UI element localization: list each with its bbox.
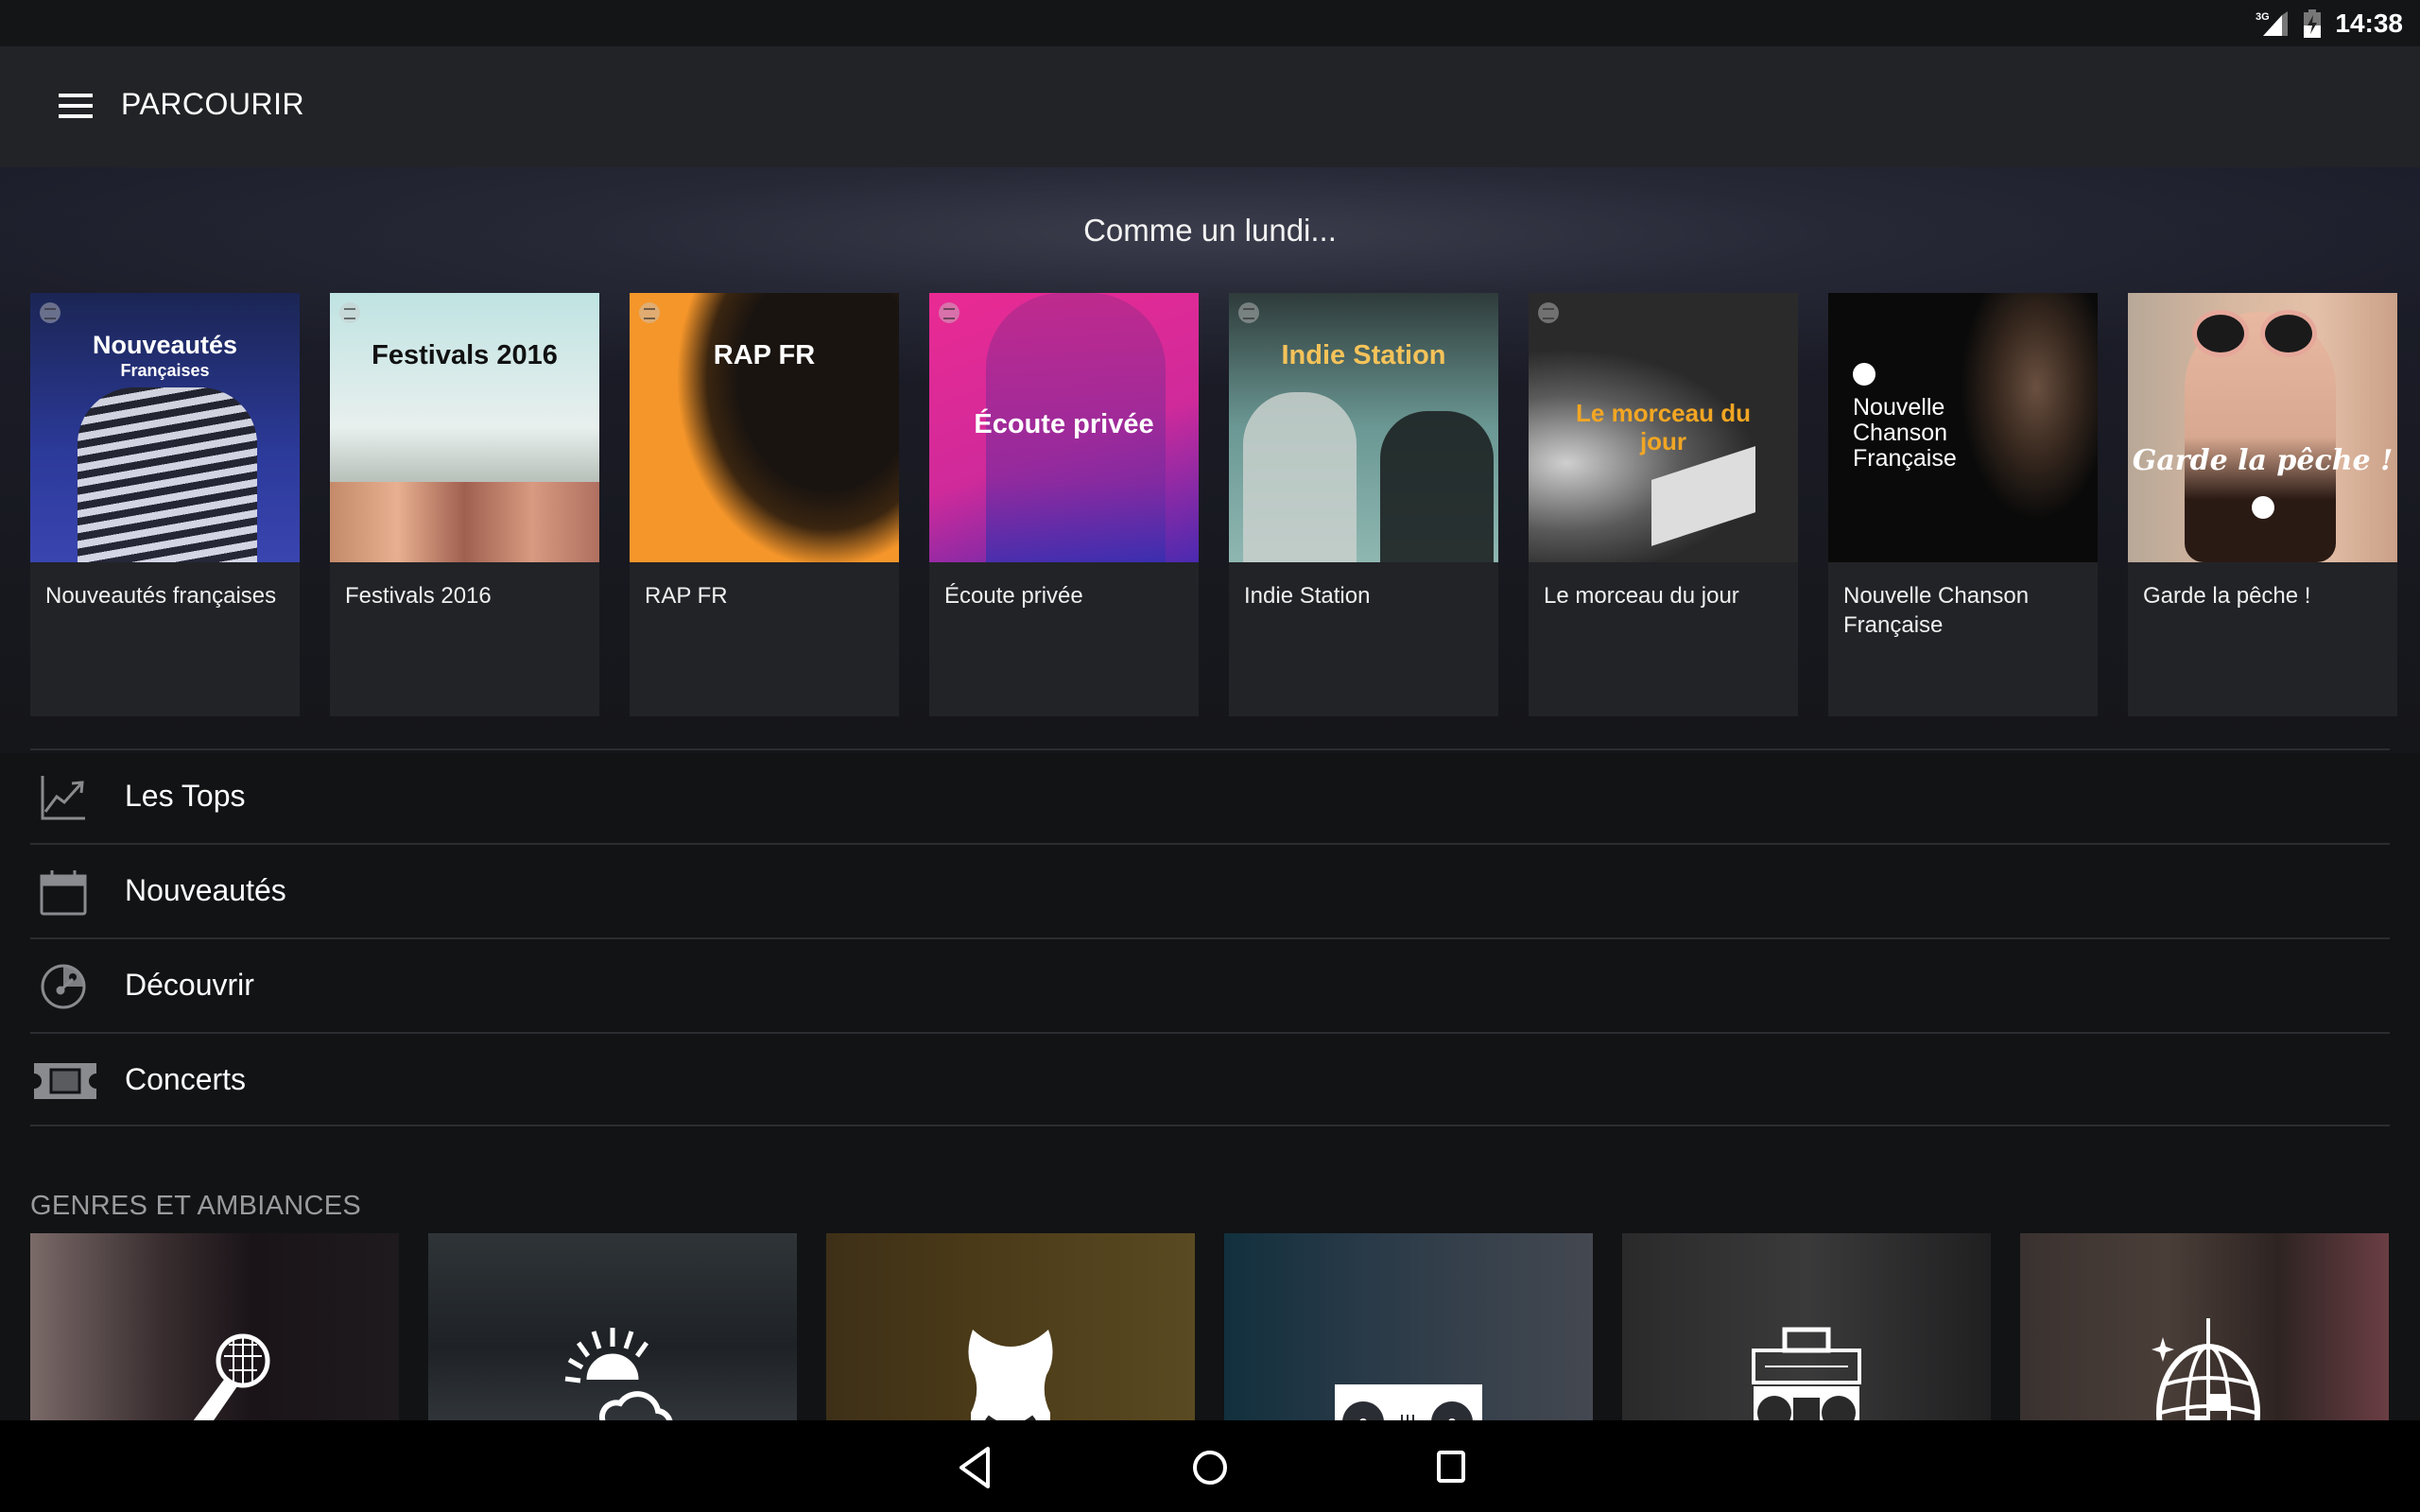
- playlist-caption: Nouveautés françaises: [45, 583, 277, 609]
- sun-cloud-icon: [537, 1318, 688, 1420]
- status-bar: 3G 14:38: [0, 0, 2420, 46]
- browse-row-label: Découvrir: [125, 968, 254, 1002]
- playlist-caption: Garde la pêche !: [2143, 583, 2311, 609]
- genre-tile[interactable]: [1622, 1233, 1991, 1420]
- cover-title: Indie Station: [1281, 340, 1446, 370]
- playlist-cover: Le morceau du jour: [1529, 293, 1798, 562]
- cover-photo: [667, 293, 899, 562]
- genre-tile[interactable]: [428, 1233, 797, 1420]
- ticket-icon: [34, 1057, 96, 1105]
- playlist-card[interactable]: Écoute privée Écoute privée: [929, 293, 1199, 716]
- microphone-icon: [139, 1318, 290, 1420]
- cover-title: Nouvelle Chanson Française: [1853, 394, 1957, 472]
- playlist-card[interactable]: Garde la pêche ! Garde la pêche !: [2128, 293, 2397, 716]
- playlist-caption: Écoute privée: [944, 583, 1083, 609]
- signal-3g-icon: 3G: [2256, 9, 2290, 38]
- playlist-cover: Indie Station: [1229, 293, 1498, 562]
- cover-photo: [1380, 411, 1494, 562]
- browse-row-decouvrir[interactable]: Découvrir: [30, 937, 2390, 1032]
- boombox-icon: [1731, 1318, 1882, 1420]
- playlist-cover: RAP FR: [630, 293, 899, 562]
- playlist-cover: Nouvelle Chanson Française: [1828, 293, 2098, 562]
- playlist-caption: Nouvelle Chanson Française: [1843, 583, 2030, 638]
- playlist-caption: RAP FR: [645, 583, 728, 609]
- cover-photo: [1243, 392, 1357, 562]
- genre-tile[interactable]: [30, 1233, 399, 1420]
- status-time: 14:38: [2335, 9, 2403, 38]
- cover-photo: [1651, 446, 1755, 546]
- spotify-logo-icon: [939, 302, 959, 323]
- calendar-icon: [40, 868, 87, 916]
- spotify-logo-icon: [40, 302, 60, 323]
- genre-tile[interactable]: [2020, 1233, 2389, 1420]
- spotify-logo-icon: [639, 302, 660, 323]
- browse-row-label: Concerts: [125, 1062, 247, 1096]
- svg-text:3G: 3G: [2256, 11, 2270, 23]
- toolbar: PARCOURIR: [0, 46, 2420, 167]
- playlist-caption: Indie Station: [1244, 583, 1371, 609]
- playlist-card[interactable]: Festivals 2016 Festivals 2016: [330, 293, 599, 716]
- discover-dial-icon: [40, 963, 87, 1010]
- spotify-logo-icon: [1538, 302, 1559, 323]
- battery-charging-icon: [2303, 9, 2322, 38]
- disco-ball-icon: [2129, 1318, 2280, 1420]
- sunglasses: [2260, 310, 2317, 357]
- spotify-logo-icon: [339, 302, 360, 323]
- browse-row-label: Nouveautés: [125, 873, 286, 907]
- cover-title: Le morceau du jour: [1576, 399, 1751, 455]
- playlist-card[interactable]: Le morceau du jour Le morceau du jour: [1529, 293, 1798, 716]
- armchair-icon: [935, 1318, 1086, 1420]
- browse-row-les-tops[interactable]: Les Tops: [30, 748, 2390, 843]
- genres-grid: [30, 1233, 2390, 1420]
- cover-title: Garde la pêche !: [2132, 444, 2394, 477]
- playlist-card[interactable]: Nouvelle Chanson Française Nouvelle Chan…: [1828, 293, 2098, 716]
- chart-trending-icon: [40, 774, 87, 821]
- spotify-logo-icon: [1853, 363, 1876, 386]
- playlist-card[interactable]: Nouveautés Françaises Nouveautés françai…: [30, 293, 300, 716]
- genre-tile[interactable]: [1224, 1233, 1593, 1420]
- cover-photo: [330, 482, 599, 562]
- browse-row-nouveautes[interactable]: Nouveautés: [30, 843, 2390, 937]
- playlist-card[interactable]: RAP FR RAP FR: [630, 293, 899, 716]
- hamburger-menu-icon[interactable]: [47, 88, 104, 126]
- playlist-cover: Écoute privée: [929, 293, 1199, 562]
- cover-title: RAP FR: [713, 340, 816, 370]
- turntables-icon: [1333, 1318, 1484, 1420]
- system-nav-bar: [0, 1420, 2420, 1512]
- spotify-logo-icon: [1238, 302, 1259, 323]
- back-triangle-icon[interactable]: [948, 1441, 1005, 1494]
- playlist-cover: Festivals 2016: [330, 293, 599, 562]
- browse-row-label: Les Tops: [125, 779, 246, 813]
- cover-title: Festivals 2016: [372, 340, 558, 370]
- cover-title: Écoute privée: [974, 409, 1154, 439]
- playlist-caption: Festivals 2016: [345, 583, 492, 609]
- cover-title: Nouveautés: [92, 331, 238, 359]
- genres-section-title: GENRES ET AMBIANCES: [30, 1191, 362, 1221]
- page-title: PARCOURIR: [121, 87, 305, 121]
- playlist-caption: Le morceau du jour: [1544, 583, 1739, 609]
- genre-tile[interactable]: [826, 1233, 1195, 1420]
- playlist-cover: Garde la pêche !: [2128, 293, 2397, 562]
- sunglasses: [2192, 310, 2249, 357]
- cover-subtitle: Françaises: [120, 361, 210, 380]
- playlist-cover: Nouveautés Françaises: [30, 293, 300, 562]
- browse-list: Les Tops Nouveautés Découvrir Concerts: [30, 748, 2390, 1126]
- spotify-logo-icon: [2252, 496, 2274, 519]
- playlist-card[interactable]: Indie Station Indie Station: [1229, 293, 1498, 716]
- cover-photo: [78, 387, 257, 562]
- featured-title: Comme un lundi...: [1083, 213, 1337, 248]
- recents-square-icon[interactable]: [1423, 1441, 1479, 1494]
- browse-row-concerts[interactable]: Concerts: [30, 1032, 2390, 1126]
- home-circle-icon[interactable]: [1182, 1441, 1238, 1494]
